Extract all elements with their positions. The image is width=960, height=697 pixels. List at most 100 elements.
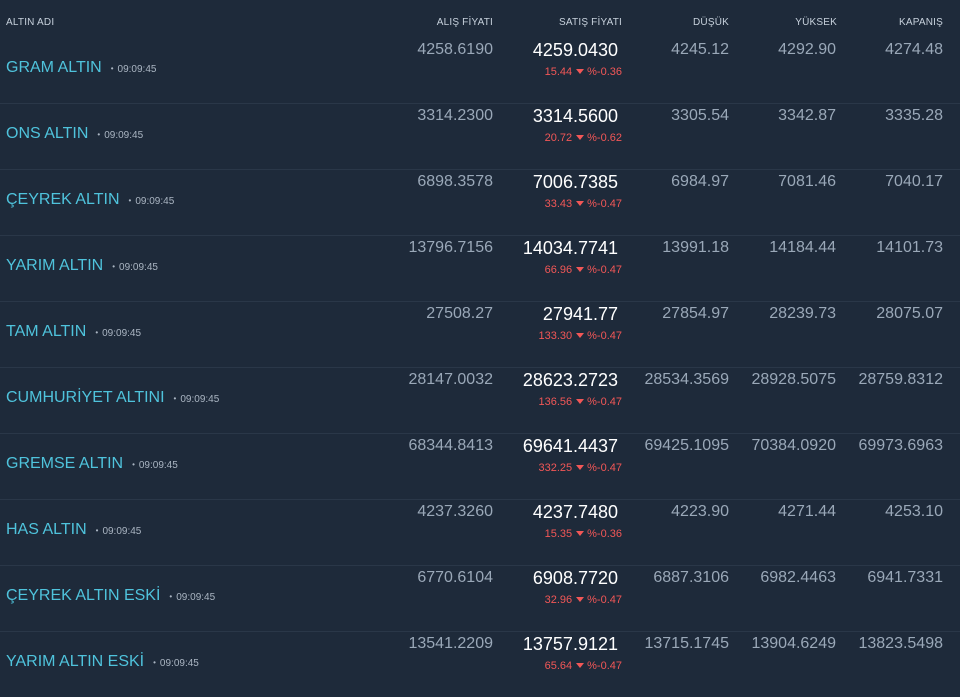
- down-arrow-icon: [576, 135, 585, 141]
- table-row[interactable]: GREMSE ALTIN 09:09:45 68344.8413 69641.44…: [0, 434, 960, 500]
- table-row[interactable]: YARIM ALTIN ESKİ 09:09:45 13541.2209 1375…: [0, 632, 960, 697]
- gold-name-link[interactable]: HAS ALTIN 09:09:45: [6, 521, 141, 539]
- price-change: 332.25 %-0.47: [538, 462, 622, 474]
- close-price: 7040.17: [885, 173, 943, 190]
- sell-price: 3314.5600: [532, 106, 618, 126]
- down-arrow-icon: [576, 663, 585, 669]
- price-change: 136.56 %-0.47: [538, 396, 622, 408]
- change-amount: 136.56: [538, 396, 573, 408]
- gold-name-link[interactable]: GREMSE ALTIN 09:09:45: [6, 455, 178, 473]
- gold-name-link[interactable]: CUMHURİYET ALTINI 09:09:45: [6, 389, 219, 407]
- table-row[interactable]: YARIM ALTIN 09:09:45 13796.7156 14034.774…: [0, 236, 960, 302]
- down-arrow-icon: [576, 201, 585, 207]
- price-change: 66.96 %-0.47: [545, 264, 622, 276]
- low-price: 4245.12: [671, 41, 729, 58]
- change-amount: 133.30: [538, 330, 573, 342]
- change-percent: %-0.47: [587, 594, 622, 606]
- buy-price: 13541.2209: [408, 635, 493, 652]
- update-time: 09:09:45: [169, 592, 215, 603]
- change-percent: %-0.36: [587, 66, 622, 78]
- buy-price: 6770.6104: [417, 569, 493, 586]
- high-price: 13904.6249: [751, 635, 836, 652]
- high-price: 70384.0920: [751, 437, 836, 454]
- gold-name-link[interactable]: YARIM ALTIN 09:09:45: [6, 257, 158, 275]
- sell-price: 14034.7741: [522, 238, 618, 258]
- close-price: 4274.48: [885, 41, 943, 58]
- gold-name[interactable]: TAM ALTIN: [6, 323, 86, 340]
- sell-price: 13757.9121: [522, 634, 618, 654]
- update-time: 09:09:45: [129, 196, 175, 207]
- buy-price: 28147.0032: [408, 371, 493, 388]
- buy-price: 27508.27: [426, 305, 493, 322]
- close-price: 14101.73: [876, 239, 943, 256]
- low-price: 13991.18: [662, 239, 729, 256]
- gold-name-link[interactable]: ÇEYREK ALTIN 09:09:45: [6, 191, 174, 209]
- gold-name[interactable]: ONS ALTIN: [6, 125, 88, 142]
- low-price: 6984.97: [671, 173, 729, 190]
- high-price: 28239.73: [769, 305, 836, 322]
- gold-name[interactable]: YARIM ALTIN: [6, 257, 103, 274]
- update-time: 09:09:45: [112, 262, 158, 273]
- header-yuksek[interactable]: YÜKSEK: [795, 17, 837, 28]
- sell-price: 6908.7720: [532, 568, 618, 588]
- gold-name[interactable]: GRAM ALTIN: [6, 59, 102, 76]
- high-price: 3342.87: [778, 107, 836, 124]
- table-row[interactable]: CUMHURİYET ALTINI 09:09:45 28147.0032 286…: [0, 368, 960, 434]
- close-price: 69973.6963: [858, 437, 943, 454]
- change-percent: %-0.47: [587, 462, 622, 474]
- header-satis[interactable]: SATIŞ FİYATI: [559, 17, 622, 28]
- gold-name-link[interactable]: ÇEYREK ALTIN ESKİ 09:09:45: [6, 587, 215, 605]
- change-amount: 33.43: [544, 198, 573, 210]
- down-arrow-icon: [576, 69, 585, 75]
- table-row[interactable]: ÇEYREK ALTIN 09:09:45 6898.3578 7006.7385…: [0, 170, 960, 236]
- change-percent: %-0.47: [587, 264, 622, 276]
- gold-name-link[interactable]: ONS ALTIN 09:09:45: [6, 125, 143, 143]
- table-body: GRAM ALTIN 09:09:45 4258.6190 4259.0430 1…: [0, 38, 960, 697]
- change-percent: %-0.47: [587, 198, 622, 210]
- gold-name-link[interactable]: TAM ALTIN 09:09:45: [6, 323, 141, 341]
- buy-price: 3314.2300: [417, 107, 493, 124]
- sell-price: 27941.77: [542, 304, 618, 324]
- gold-prices-table: ALTIN ADI ALIŞ FİYATI SATIŞ FİYATI DÜŞÜK…: [0, 0, 960, 672]
- gold-name[interactable]: YARIM ALTIN ESKİ: [6, 653, 144, 670]
- change-amount: 15.44: [544, 66, 573, 78]
- table-row[interactable]: HAS ALTIN 09:09:45 4237.3260 4237.7480 15…: [0, 500, 960, 566]
- buy-price: 13796.7156: [408, 239, 493, 256]
- low-price: 3305.54: [671, 107, 729, 124]
- header-dusuk[interactable]: DÜŞÜK: [693, 17, 729, 28]
- change-percent: %-0.47: [587, 330, 622, 342]
- header-alis[interactable]: ALIŞ FİYATI: [437, 17, 493, 28]
- sell-price: 4237.7480: [532, 502, 618, 522]
- change-amount: 66.96: [544, 264, 573, 276]
- change-amount: 15.35: [544, 528, 573, 540]
- table-row[interactable]: ÇEYREK ALTIN ESKİ 09:09:45 6770.6104 6908…: [0, 566, 960, 632]
- gold-name[interactable]: HAS ALTIN: [6, 521, 87, 538]
- gold-name-link[interactable]: YARIM ALTIN ESKİ 09:09:45: [6, 653, 199, 671]
- header-kapanis[interactable]: KAPANIŞ: [899, 17, 943, 28]
- update-time: 09:09:45: [96, 526, 142, 537]
- price-change: 33.43 %-0.47: [545, 198, 622, 210]
- change-percent: %-0.47: [587, 660, 622, 672]
- close-price: 28075.07: [876, 305, 943, 322]
- update-time: 09:09:45: [174, 394, 220, 405]
- change-percent: %-0.36: [587, 528, 622, 540]
- down-arrow-icon: [576, 465, 585, 471]
- table-row[interactable]: TAM ALTIN 09:09:45 27508.27 27941.77 133.…: [0, 302, 960, 368]
- table-row[interactable]: GRAM ALTIN 09:09:45 4258.6190 4259.0430 1…: [0, 38, 960, 104]
- price-change: 133.30 %-0.47: [538, 330, 622, 342]
- sell-price: 4259.0430: [532, 40, 618, 60]
- change-percent: %-0.47: [587, 396, 622, 408]
- gold-name[interactable]: CUMHURİYET ALTINI: [6, 389, 165, 406]
- update-time: 09:09:45: [95, 328, 141, 339]
- low-price: 27854.97: [662, 305, 729, 322]
- gold-name[interactable]: ÇEYREK ALTIN ESKİ: [6, 587, 160, 604]
- gold-name[interactable]: GREMSE ALTIN: [6, 455, 123, 472]
- close-price: 13823.5498: [858, 635, 943, 652]
- header-name[interactable]: ALTIN ADI: [6, 17, 54, 28]
- low-price: 69425.1095: [644, 437, 729, 454]
- table-row[interactable]: ONS ALTIN 09:09:45 3314.2300 3314.5600 20…: [0, 104, 960, 170]
- high-price: 28928.5075: [751, 371, 836, 388]
- high-price: 6982.4463: [760, 569, 836, 586]
- gold-name-link[interactable]: GRAM ALTIN 09:09:45: [6, 59, 156, 77]
- gold-name[interactable]: ÇEYREK ALTIN: [6, 191, 120, 208]
